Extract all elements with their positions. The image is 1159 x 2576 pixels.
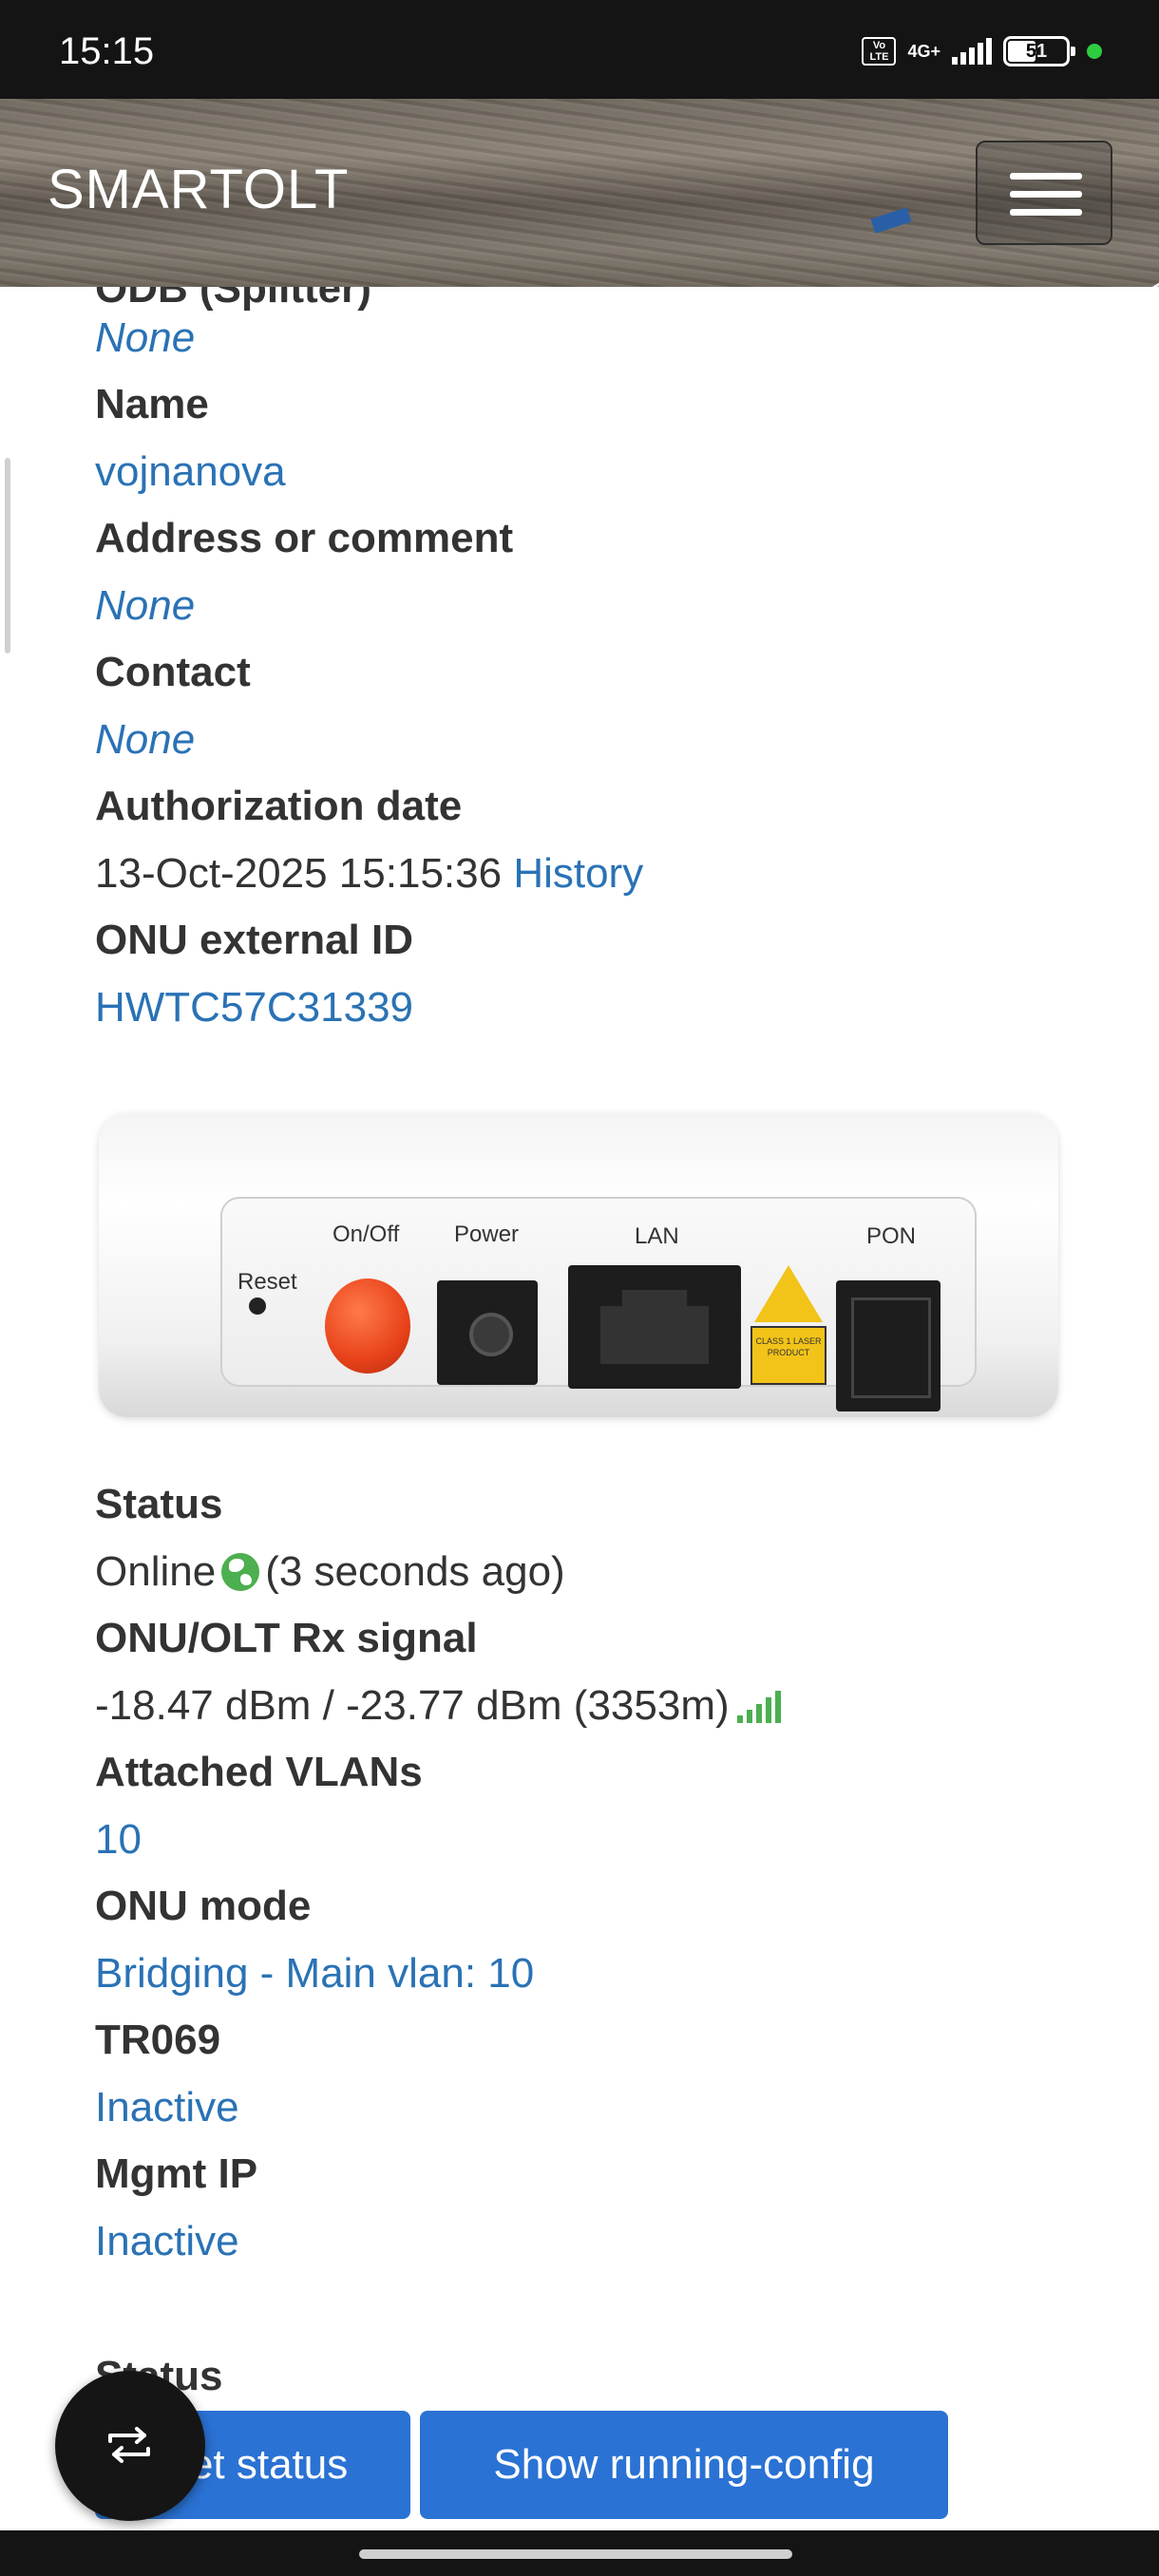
mgmt-ip-value[interactable]: Inactive [95,2218,239,2264]
show-running-config-button[interactable]: Show running-config [420,2411,948,2519]
privacy-indicator-icon [1087,44,1102,59]
odb-value[interactable]: None [95,314,195,361]
hamburger-icon [1010,173,1082,180]
onu-mode-label: ONU mode [95,1883,312,1929]
onu-device-image: Reset On/Off Power LAN CLASS 1 LASER PRO… [99,1109,1060,1423]
power-button-image [325,1279,410,1373]
lan-port [568,1265,741,1389]
external-id-label: ONU external ID [95,917,413,963]
laser-warning-icon [754,1265,823,1322]
lan-label: LAN [635,1223,679,1249]
reset-label: Reset [238,1269,297,1295]
power-label: Power [454,1222,520,1247]
rx-signal-label: ONU/OLT Rx signal [95,1615,478,1661]
scroll-indicator [5,458,10,653]
authorization-date-label: Authorization date [95,783,463,829]
pon-label: PON [866,1223,917,1249]
signal-bars-icon [736,1689,781,1723]
battery-icon: 51 [1003,36,1075,66]
onu-mode-value[interactable]: Bridging - Main vlan: 10 [95,1950,534,1997]
globe-icon [221,1553,260,1591]
floating-swap-button[interactable] [55,2371,205,2521]
address-label: Address or comment [95,515,514,561]
gesture-navigation-bar [0,2530,1159,2576]
mgmt-ip-label: Mgmt IP [95,2150,258,2197]
network-type: 4G+ [907,42,940,61]
battery-level: 51 [1025,41,1048,62]
tr069-value[interactable]: Inactive [95,2084,239,2131]
history-link[interactable]: History [513,850,643,897]
name-label: Name [95,381,209,427]
onoff-label: On/Off [332,1222,400,1247]
onu-details: ODB (Splitter) None Name vojnanova Addre… [0,287,1159,2519]
vlans-label: Attached VLANs [95,1749,423,1795]
app-navbar: SMARTOLT [0,99,1159,287]
cell-signal-icon [952,38,992,65]
swap-icon [108,2427,150,2463]
system-status-bar: 15:15 Vo LTE 4G+ 51 [0,0,1159,99]
status-last-seen: (3 seconds ago) [265,1548,565,1595]
system-icons: Vo LTE 4G+ 51 [862,36,1102,66]
address-value[interactable]: None [95,582,195,629]
status-label: Status [95,1481,223,1527]
clock: 15:15 [59,30,155,72]
name-value[interactable]: vojnanova [95,448,286,495]
contact-label: Contact [95,649,251,695]
contact-value[interactable]: None [95,716,195,763]
tr069-label: TR069 [95,2017,221,2063]
menu-toggle-button[interactable] [976,141,1112,245]
reset-hole [249,1297,266,1315]
power-jack [437,1280,538,1385]
rx-signal-value: -18.47 dBm / -23.77 dBm (3353m) [95,1682,730,1729]
home-handle[interactable] [359,2549,792,2559]
vlans-value[interactable]: 10 [95,1816,142,1863]
volte-icon: Vo LTE [862,37,897,66]
odb-label: ODB (Splitter) [95,287,371,312]
pon-port [836,1280,940,1411]
authorization-date-value: 13-Oct-2025 15:15:36 [95,850,503,897]
status-value: Online [95,1548,217,1595]
brand-logo[interactable]: SMARTOLT [48,158,349,221]
laser-class-label: CLASS 1 LASER PRODUCT [750,1326,826,1385]
external-id-value[interactable]: HWTC57C31339 [95,984,413,1031]
